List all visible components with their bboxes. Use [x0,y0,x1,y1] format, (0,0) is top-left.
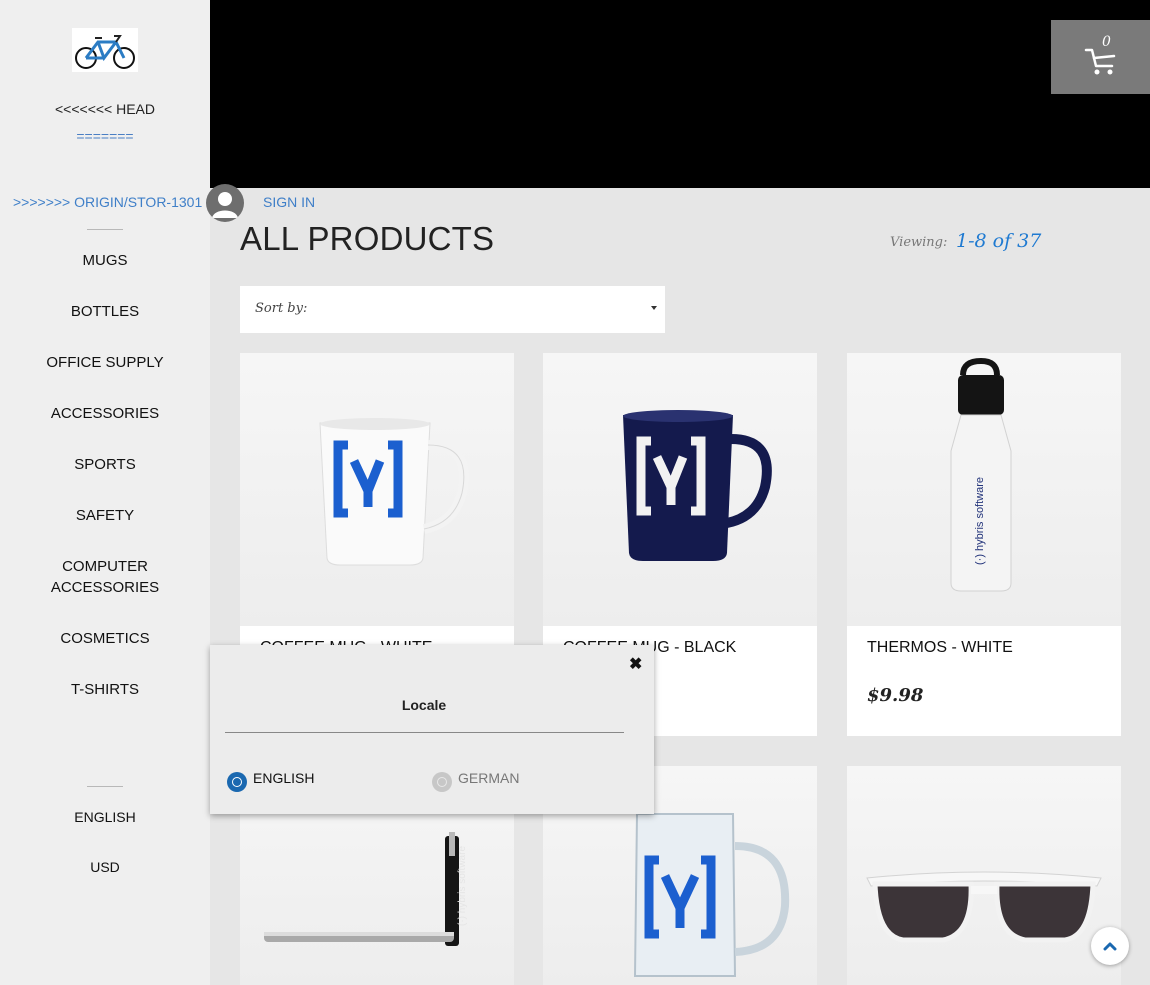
user-avatar-icon[interactable] [206,184,244,222]
cart-icon [1084,48,1115,75]
close-icon[interactable]: ✖ [629,654,642,674]
scroll-to-top-button[interactable] [1091,927,1129,965]
nav-item-office-supply[interactable]: OFFICE SUPPLY [0,352,210,373]
page-title: ALL PRODUCTS [240,220,495,257]
language-selector[interactable]: ENGLISH [0,807,210,828]
nav-item-computer-accessories[interactable]: COMPUTER ACCESSORIES [0,556,210,598]
product-name[interactable]: THERMOS - WHITE [867,639,1013,657]
nav-item-cosmetics[interactable]: COSMETICS [0,628,210,649]
radio-german[interactable] [432,772,452,792]
product-image-black-mug[interactable] [543,353,817,626]
bicycle-logo-icon[interactable] [72,28,138,72]
product-card[interactable] [847,766,1121,985]
cart-count: 0 [1102,34,1111,50]
svg-text:(·) hybris software: (·) hybris software [974,477,986,565]
product-card[interactable]: (·) hybris software THERMOS - WHITE $9.9… [847,353,1121,736]
sort-label: Sort by: [255,301,308,316]
sidebar: <<<<<<< HEAD ======= >>>>>>> ORIGIN/STOR… [0,0,210,985]
nav-item-mugs[interactable]: MUGS [0,250,210,271]
locale-title: Locale [401,697,447,713]
product-image-white-thermos[interactable]: (·) hybris software [847,353,1121,626]
hero-banner [210,0,1150,188]
nav-item-safety[interactable]: SAFETY [0,505,210,526]
currency-selector[interactable]: USD [0,857,210,878]
locale-popup: ✖ Locale ENGLISH GERMAN [210,645,654,814]
radio-label-english[interactable]: ENGLISH [253,770,314,786]
svg-text:(·) hybris software: (·) hybris software [457,846,468,926]
chevron-up-icon [1103,942,1117,951]
product-price: $9.98 [867,685,924,706]
viewing-value: 1-8 of 37 [956,230,1042,252]
cart-button[interactable]: 0 [1051,20,1150,94]
sort-select[interactable]: Sort by: [240,286,665,333]
divider [225,732,624,733]
merge-origin-link[interactable]: >>>>>>> ORIGIN/STOR-1301 [13,194,202,210]
divider [87,229,123,230]
nav-item-bottles[interactable]: BOTTLES [0,301,210,322]
divider [87,786,123,787]
viewing-label: Viewing: [890,235,948,250]
nav-item-sports[interactable]: SPORTS [0,454,210,475]
nav-item-t-shirts[interactable]: T-SHIRTS [0,679,210,700]
product-image-white-mug[interactable] [240,353,514,626]
merge-separator-link[interactable]: ======= [0,128,210,144]
radio-english[interactable] [227,772,247,792]
chevron-down-icon [651,306,657,310]
radio-label-german[interactable]: GERMAN [458,770,519,786]
merge-head-text: <<<<<<< HEAD [54,101,156,117]
nav-item-accessories[interactable]: ACCESSORIES [0,403,210,424]
product-image-sunglasses[interactable] [847,766,1121,985]
sign-in-link[interactable]: SIGN IN [263,194,315,210]
